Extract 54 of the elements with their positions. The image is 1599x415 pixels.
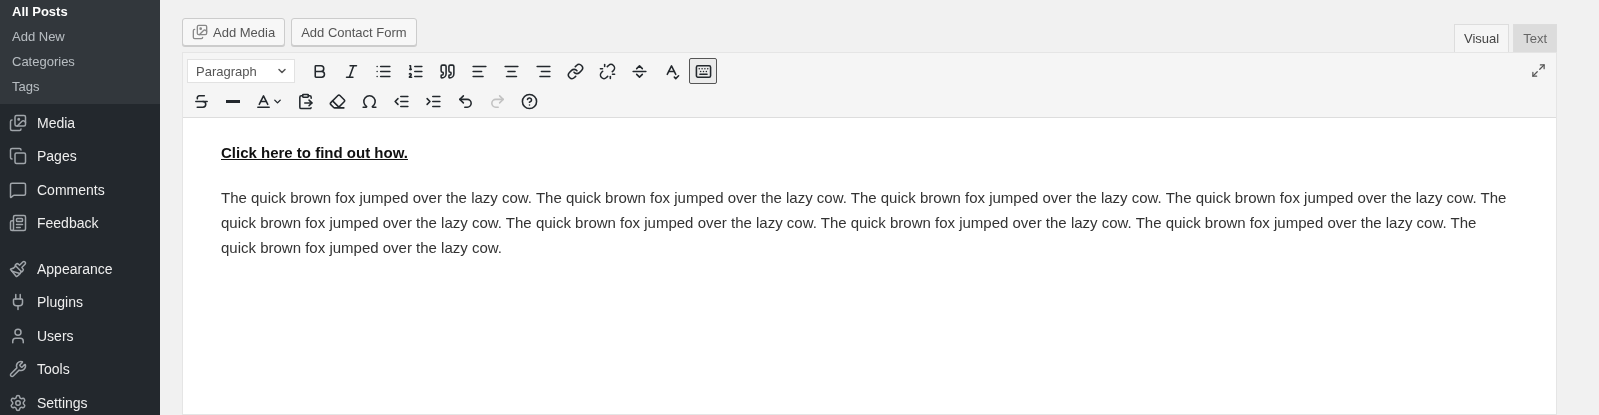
submenu-item[interactable]: Tags <box>0 75 160 100</box>
menu-item[interactable]: Feedback <box>0 206 160 240</box>
omega-icon <box>360 92 378 110</box>
redo-icon <box>488 92 506 110</box>
link-icon <box>566 62 584 80</box>
menu-label: Appearance <box>37 260 113 277</box>
menu-item[interactable]: Appearance <box>0 252 160 286</box>
keyboard-icon <box>694 62 712 80</box>
clipboard-icon <box>296 92 314 110</box>
images-icon <box>9 113 27 132</box>
submenu-item[interactable]: Categories <box>0 50 160 75</box>
menu-item[interactable]: Comments <box>0 173 160 207</box>
content-link[interactable]: Click here to find out how. <box>221 140 408 165</box>
gear-icon <box>9 393 27 412</box>
user-icon <box>9 326 27 345</box>
quote-icon <box>438 62 456 80</box>
editor-tab[interactable]: Visual <box>1453 24 1510 52</box>
broken-link-icon <box>598 62 616 80</box>
speech-bubble-icon <box>9 180 27 199</box>
content-paragraph: The quick brown fox jumped over the lazy cow. The quick brown fox jumped over the lazy cow. The quick brown fox jumped over the lazy cow. The quick brown fox jumped over the lazy cow. The quick brown fox jumped over the lazy cow. The quick brown fox jumped over the lazy cow. The quick brown fox jumped over the lazy cow. The quick brown fox jumped over the lazy cow. The quick brown fox jumped over the lazy cow. <box>221 188 1508 258</box>
help-icon <box>520 92 538 110</box>
menu-item[interactable]: Settings <box>0 386 160 415</box>
paintbrush-icon <box>9 259 27 278</box>
media-button[interactable]: Add Media <box>182 18 286 46</box>
expand-icon <box>1530 62 1546 78</box>
text-color-icon <box>255 92 272 110</box>
wrench-icon <box>9 360 27 379</box>
menu-label: Plugins <box>37 294 83 311</box>
toolbar-button[interactable] <box>689 58 717 84</box>
menu-label: Media <box>37 114 76 131</box>
format-select[interactable]: Paragraph <box>187 59 295 83</box>
menu-label: Feedback <box>37 215 99 232</box>
editor-tab[interactable]: Text <box>1513 24 1557 52</box>
menu-label: Users <box>37 327 74 344</box>
numbered-list-icon <box>406 62 424 80</box>
minus-icon <box>226 99 240 103</box>
eraser-icon <box>328 92 346 110</box>
menu-label: Tools <box>37 361 70 378</box>
images-icon <box>192 24 208 40</box>
menu-item[interactable]: Pages <box>0 139 160 173</box>
submenu-item[interactable]: Add New <box>0 25 160 50</box>
menu-label: Comments <box>37 181 105 198</box>
menu-item[interactable]: Tools <box>0 352 160 386</box>
separator-icon <box>630 62 648 80</box>
menu-label: Pages <box>37 148 77 165</box>
submenu-item[interactable]: All Posts <box>0 0 160 25</box>
menu-label: Settings <box>37 394 88 411</box>
undo-icon <box>456 92 474 110</box>
pages-icon <box>9 147 27 166</box>
menu-item[interactable]: Users <box>0 319 160 353</box>
menu-item[interactable]: Plugins <box>0 285 160 319</box>
strikethrough-icon <box>192 92 210 110</box>
menu-item[interactable]: Media <box>0 106 160 140</box>
media-button[interactable]: Add Contact Form <box>291 18 417 46</box>
